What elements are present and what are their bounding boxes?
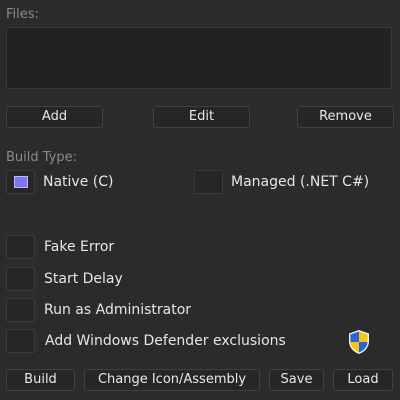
start-delay-checkbox[interactable] xyxy=(6,267,35,291)
run-as-admin-label: Run as Administrator xyxy=(44,302,192,318)
build-type-label: Build Type: xyxy=(6,150,78,165)
defender-exclusions-label: Add Windows Defender exclusions xyxy=(45,333,286,349)
edit-button[interactable]: Edit xyxy=(153,106,250,128)
native-radio[interactable] xyxy=(6,170,35,194)
fake-error-checkbox[interactable] xyxy=(6,235,35,259)
native-label: Native (C) xyxy=(43,174,114,190)
add-button[interactable]: Add xyxy=(6,106,103,128)
remove-button[interactable]: Remove xyxy=(297,106,394,128)
change-icon-assembly-button[interactable]: Change Icon/Assembly xyxy=(84,369,260,391)
managed-radio[interactable] xyxy=(194,170,223,194)
managed-label: Managed (.NET C#) xyxy=(231,174,370,190)
run-as-admin-checkbox[interactable] xyxy=(6,298,35,322)
load-button[interactable]: Load xyxy=(333,369,393,391)
files-list[interactable] xyxy=(6,27,392,89)
files-label: Files: xyxy=(6,7,39,22)
start-delay-label: Start Delay xyxy=(44,271,123,287)
save-button[interactable]: Save xyxy=(269,369,324,391)
fake-error-label: Fake Error xyxy=(44,239,115,255)
radio-selected-indicator xyxy=(14,176,28,188)
uac-shield-icon xyxy=(349,330,369,354)
defender-exclusions-checkbox[interactable] xyxy=(6,329,35,353)
build-button[interactable]: Build xyxy=(6,369,75,391)
